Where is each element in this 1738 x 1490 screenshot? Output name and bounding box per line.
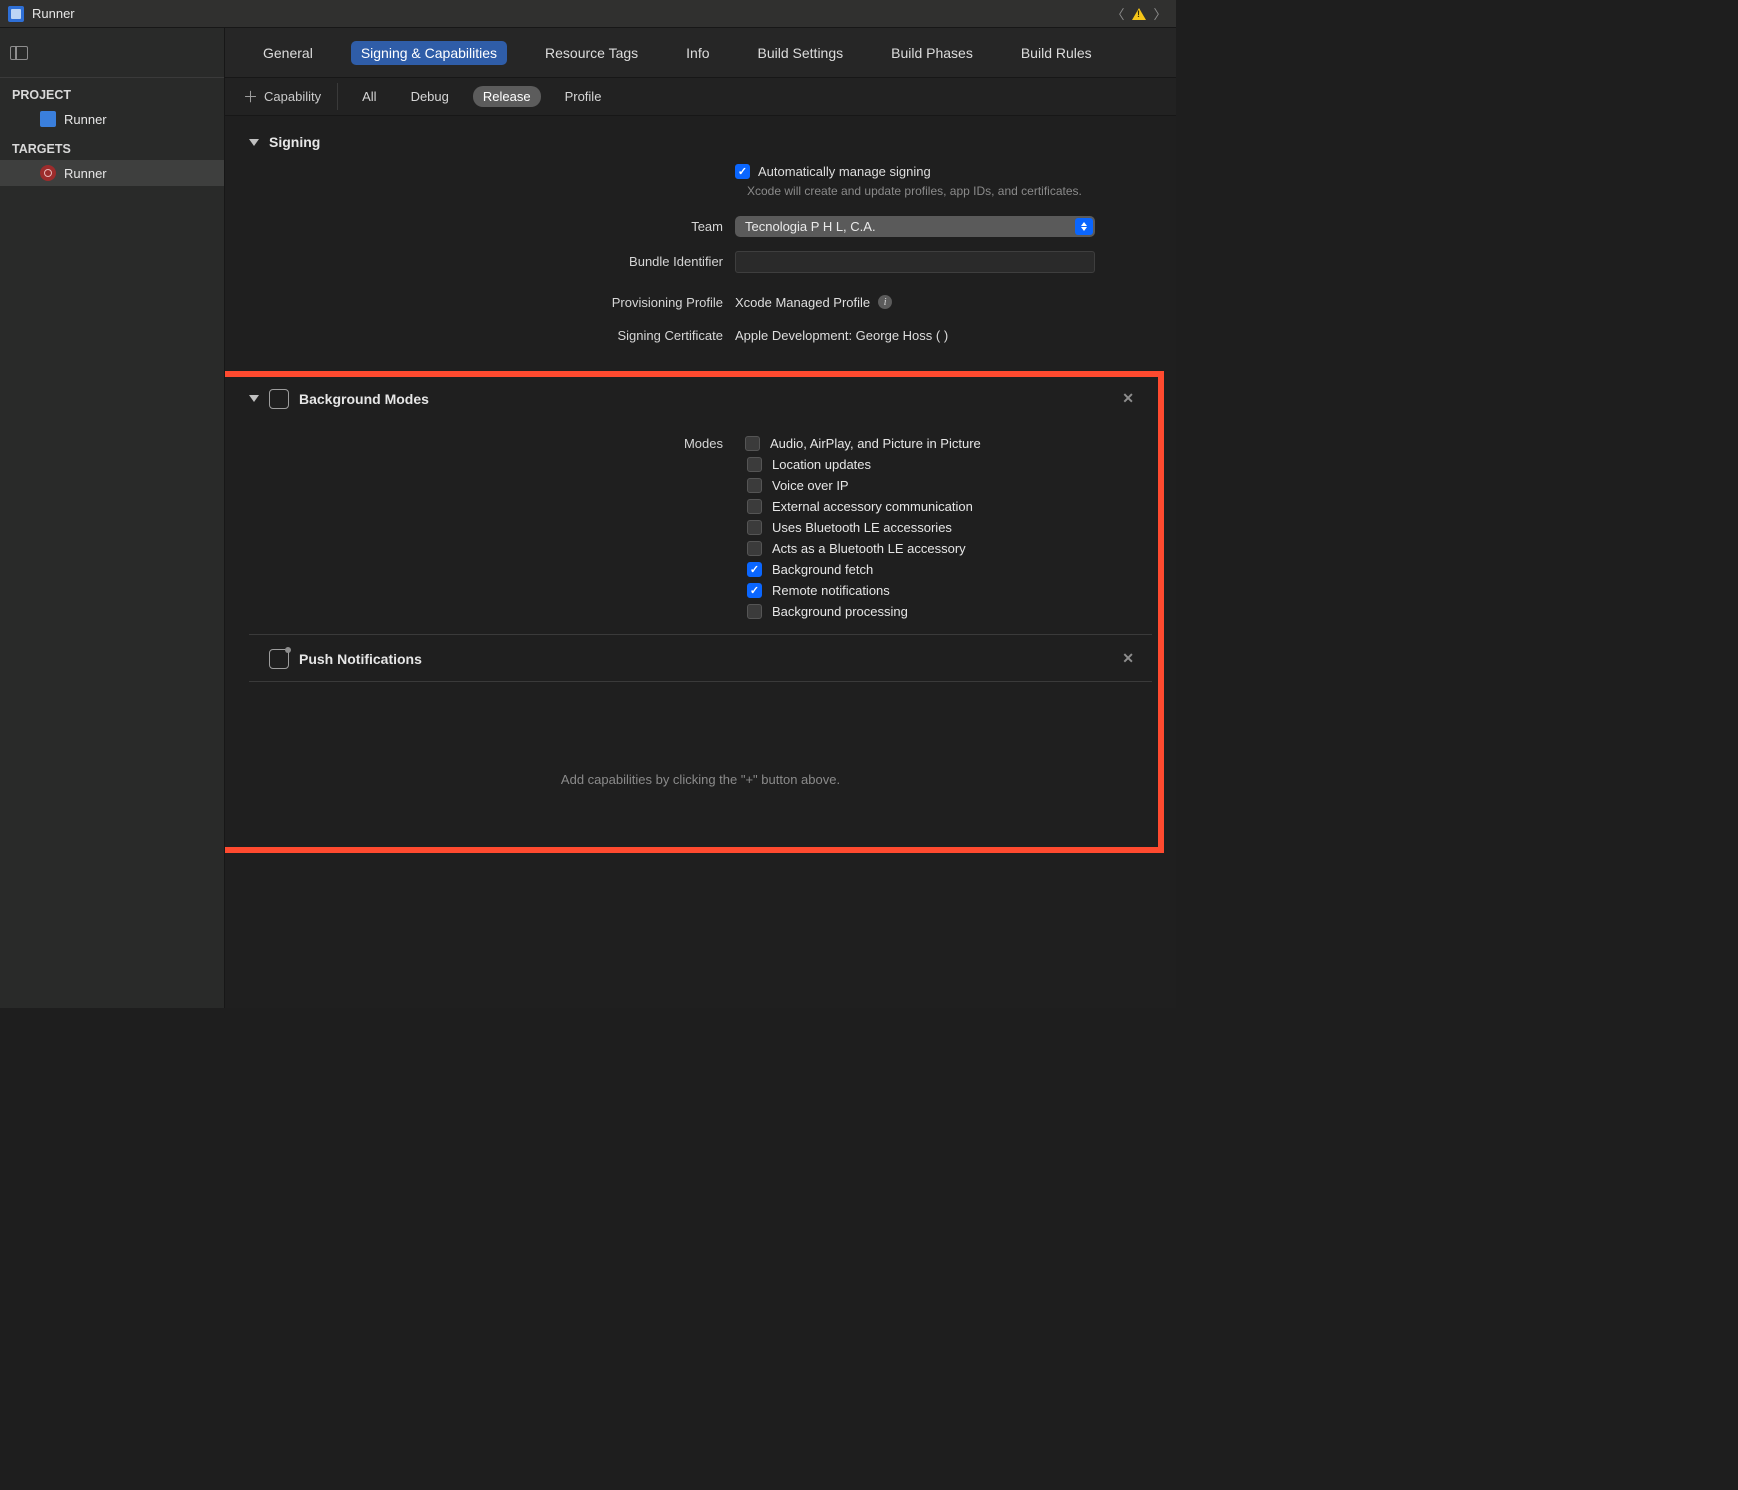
remove-background-modes-button[interactable]: ✕ [1122, 390, 1152, 407]
modes-label: Modes [225, 436, 735, 451]
info-icon[interactable]: i [878, 295, 892, 309]
config-tab-debug[interactable]: Debug [401, 86, 459, 107]
team-label: Team [225, 219, 735, 234]
section-signing-header: Signing [225, 116, 1176, 160]
tab-general[interactable]: General [253, 41, 323, 65]
mode-label-8: Background processing [772, 604, 908, 619]
mode-label-5: Acts as a Bluetooth LE accessory [772, 541, 966, 556]
add-capability-hint: Add capabilities by clicking the "+" but… [225, 682, 1176, 847]
add-capability-label: Capability [264, 89, 321, 104]
nav-forward-button[interactable]: 〉 [1152, 4, 1168, 23]
bundle-id-field[interactable] [735, 251, 1095, 273]
config-tabs: ＋ Capability All Debug Release Profile [225, 78, 1176, 116]
content-area: Signing Automatically manage signing Xco… [225, 116, 1176, 1008]
xcodeproj-icon [40, 111, 56, 127]
mode-checkbox-5[interactable] [747, 541, 762, 556]
tab-build-phases[interactable]: Build Phases [881, 41, 983, 65]
titlebar: Runner 〈 〉 [0, 0, 1176, 28]
auto-manage-signing-checkbox[interactable] [735, 164, 750, 179]
config-tab-all[interactable]: All [352, 86, 386, 107]
mode-checkbox-8[interactable] [747, 604, 762, 619]
mode-label-2: Voice over IP [772, 478, 849, 493]
auto-manage-signing-label: Automatically manage signing [758, 164, 931, 179]
mode-checkbox-0[interactable] [745, 436, 760, 451]
disclosure-signing[interactable] [249, 139, 259, 146]
mode-label-0: Audio, AirPlay, and Picture in Picture [770, 436, 981, 451]
push-notifications-icon [269, 649, 289, 669]
mode-label-3: External accessory communication [772, 499, 973, 514]
mode-checkbox-1[interactable] [747, 457, 762, 472]
provisioning-label: Provisioning Profile [225, 295, 735, 310]
nav-back-button[interactable]: 〈 [1110, 4, 1126, 23]
config-tab-profile[interactable]: Profile [555, 86, 612, 107]
signing-cert-label: Signing Certificate [225, 328, 735, 343]
section-push-header: Push Notifications ✕ [225, 635, 1176, 681]
mode-label-6: Background fetch [772, 562, 873, 577]
config-tab-release[interactable]: Release [473, 86, 541, 107]
sidebar-section-targets: TARGETS [0, 132, 224, 160]
warning-icon[interactable] [1132, 8, 1146, 20]
select-handle-icon [1075, 218, 1093, 235]
highlighted-region: Background Modes ✕ Modes Audio, AirPlay,… [225, 377, 1176, 847]
section-background-modes-header: Background Modes ✕ [225, 377, 1176, 419]
sidebar-project-item[interactable]: Runner [0, 106, 224, 132]
remove-push-button[interactable]: ✕ [1122, 650, 1152, 667]
plus-icon: ＋ [243, 86, 258, 107]
auto-manage-signing-hint: Xcode will create and update profiles, a… [225, 183, 1176, 200]
tab-resource-tags[interactable]: Resource Tags [535, 41, 648, 65]
target-icon [40, 165, 56, 181]
section-push-title: Push Notifications [299, 651, 422, 667]
bundle-id-label: Bundle Identifier [225, 254, 735, 269]
team-select[interactable]: Tecnologia P H L, C.A. [735, 216, 1095, 237]
team-select-value: Tecnologia P H L, C.A. [745, 219, 876, 234]
sidebar: PROJECT Runner TARGETS Runner [0, 28, 225, 1008]
mode-checkbox-7[interactable] [747, 583, 762, 598]
mode-checkbox-3[interactable] [747, 499, 762, 514]
project-file-icon [8, 6, 24, 22]
sidebar-section-project: PROJECT [0, 78, 224, 106]
tab-info[interactable]: Info [676, 41, 719, 65]
editor-tabs: General Signing & Capabilities Resource … [225, 28, 1176, 78]
sidebar-target-item-label: Runner [64, 166, 107, 181]
background-modes-icon [269, 389, 289, 409]
sidebar-target-item[interactable]: Runner [0, 160, 224, 186]
panel-toggle-icon[interactable] [10, 46, 28, 60]
mode-checkbox-6[interactable] [747, 562, 762, 577]
titlebar-project-name: Runner [32, 6, 75, 21]
mode-checkbox-4[interactable] [747, 520, 762, 535]
signing-cert-value: Apple Development: George Hoss ( ) [735, 328, 948, 343]
mode-label-4: Uses Bluetooth LE accessories [772, 520, 952, 535]
mode-label-7: Remote notifications [772, 583, 890, 598]
sidebar-project-item-label: Runner [64, 112, 107, 127]
section-signing-title: Signing [269, 134, 320, 150]
mode-checkbox-2[interactable] [747, 478, 762, 493]
tab-build-rules[interactable]: Build Rules [1011, 41, 1102, 65]
section-background-modes-title: Background Modes [299, 391, 429, 407]
disclosure-background-modes[interactable] [249, 395, 259, 402]
add-capability-button[interactable]: ＋ Capability [237, 83, 338, 110]
tab-build-settings[interactable]: Build Settings [748, 41, 854, 65]
tab-signing-capabilities[interactable]: Signing & Capabilities [351, 41, 507, 65]
provisioning-value: Xcode Managed Profile [735, 295, 870, 310]
mode-label-1: Location updates [772, 457, 871, 472]
